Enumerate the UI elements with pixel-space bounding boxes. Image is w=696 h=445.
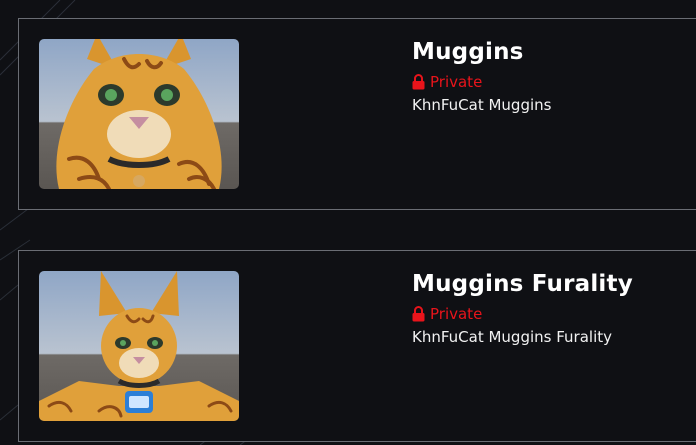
avatar-name[interactable]: Muggins Furality [412, 269, 633, 299]
avatar-thumbnail[interactable] [39, 39, 239, 189]
privacy-label: Private [430, 73, 483, 91]
privacy-status: Private [412, 304, 633, 324]
avatar-card[interactable]: Muggins Private KhnFuCat Muggins [18, 18, 696, 210]
avatar-description: KhnFuCat Muggins [412, 96, 552, 114]
privacy-label: Private [430, 305, 483, 323]
cat-fullbody-image [39, 271, 239, 421]
privacy-status: Private [412, 72, 551, 92]
avatar-card[interactable]: Muggins Furality Private KhnFuCat Muggin… [18, 250, 696, 442]
lock-icon [412, 74, 425, 90]
avatar-description: KhnFuCat Muggins Furality [412, 328, 612, 346]
cat-closeup-image [39, 39, 239, 189]
lock-icon [412, 306, 425, 322]
avatar-name[interactable]: Muggins [412, 37, 551, 67]
avatar-thumbnail[interactable] [39, 271, 239, 421]
